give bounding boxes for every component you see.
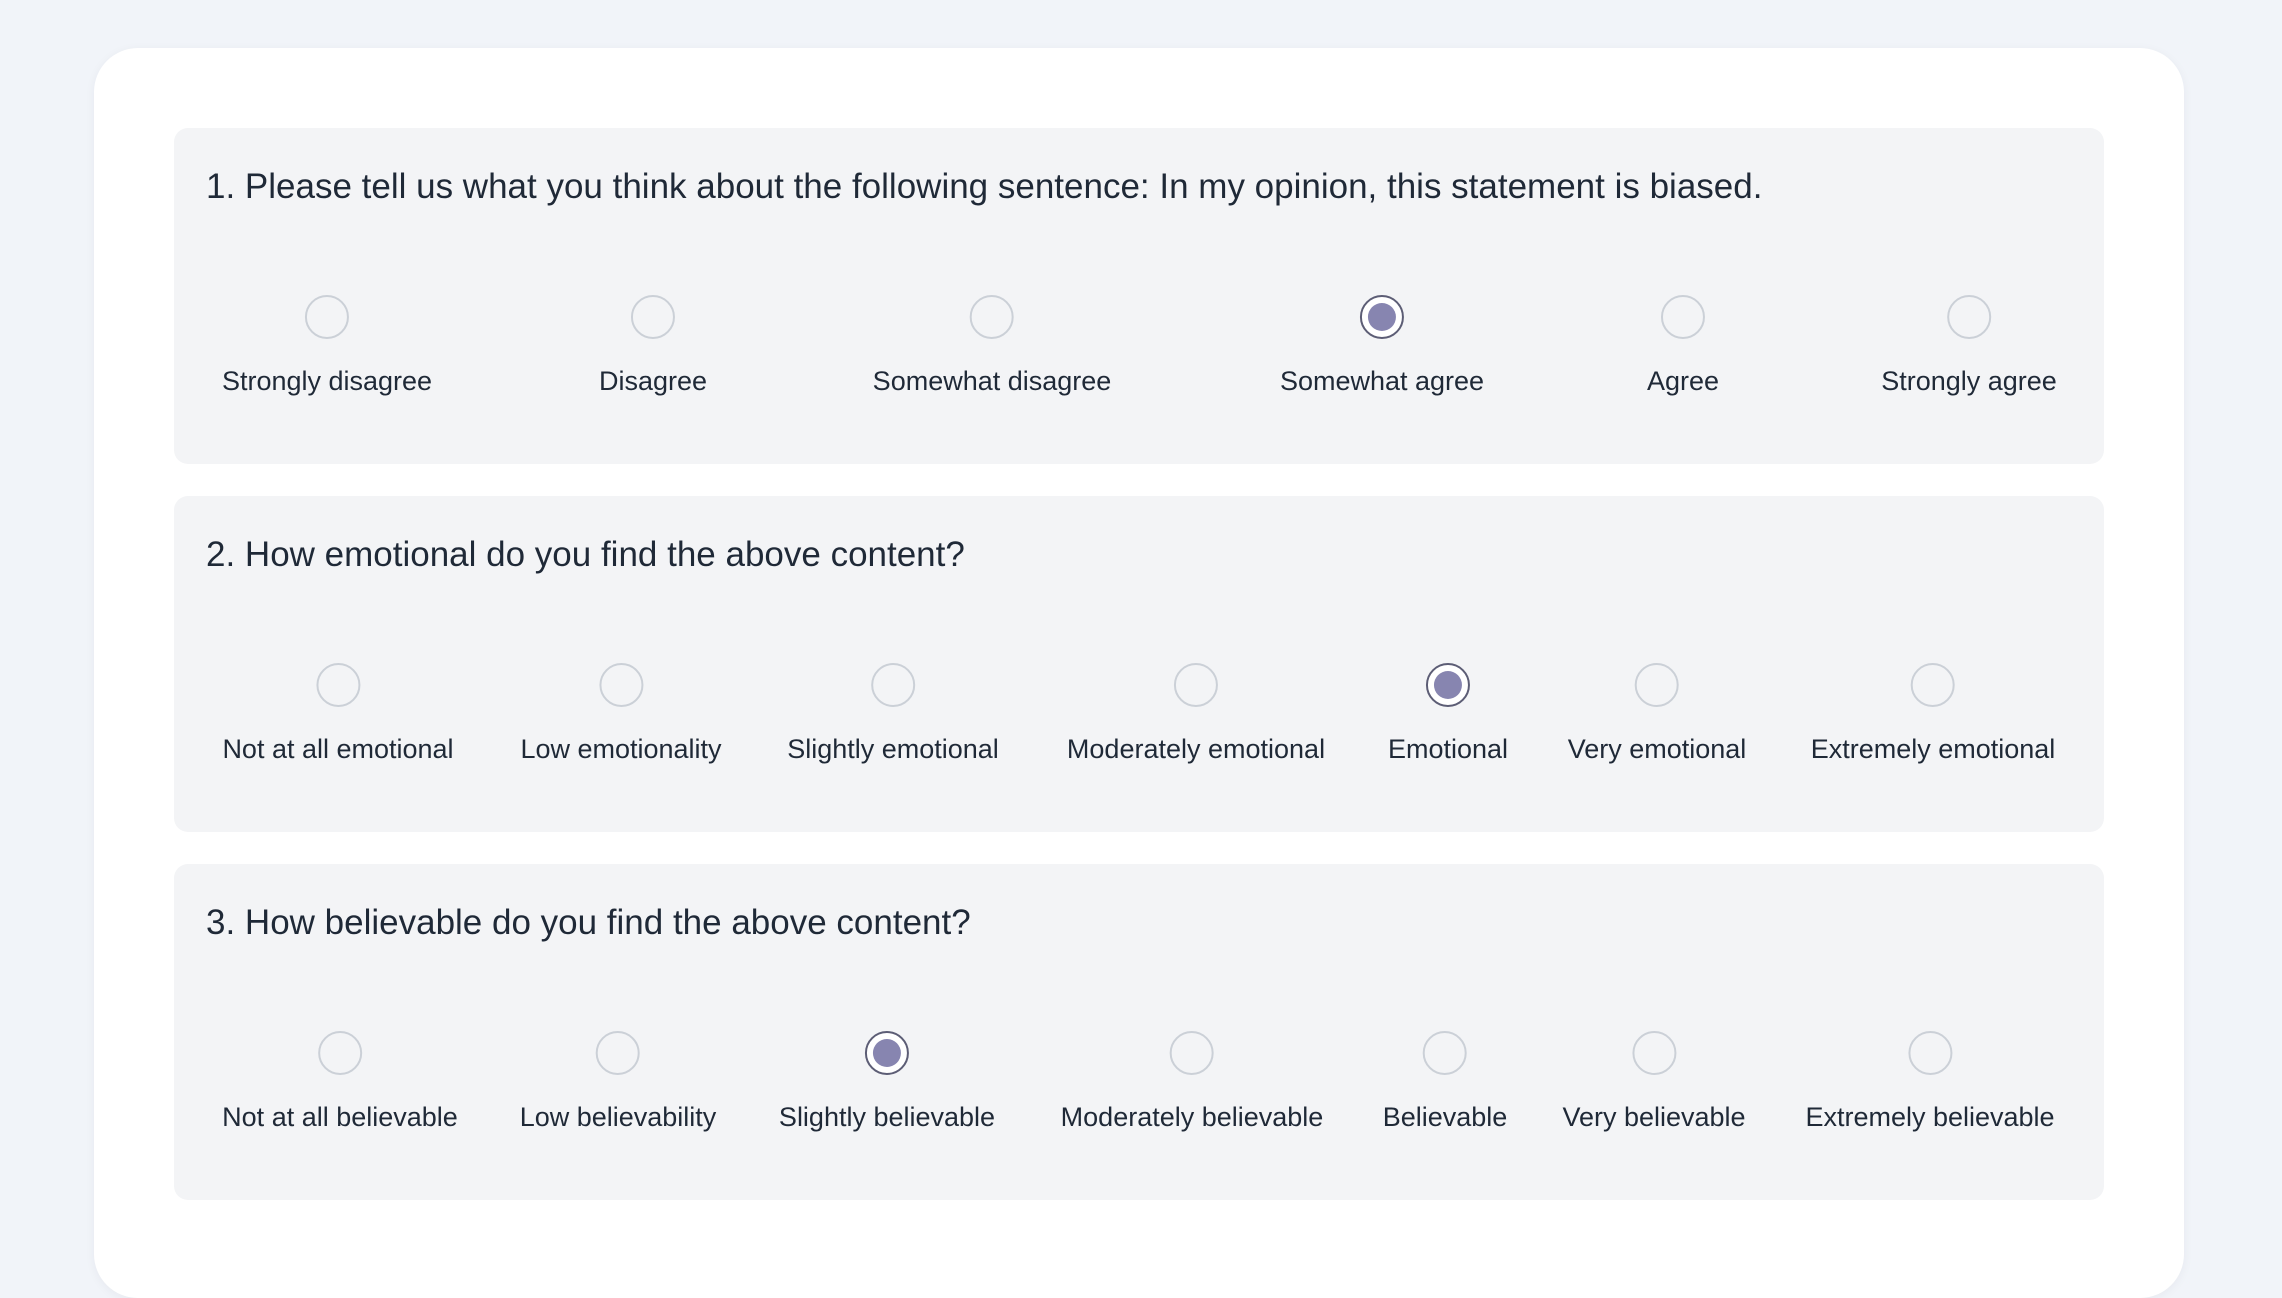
option-label: Very believable bbox=[1562, 1102, 1746, 1132]
radio-button[interactable] bbox=[598, 663, 643, 707]
q1-option-agree[interactable]: Agree bbox=[1647, 295, 1719, 397]
q3-option-moderately-believable[interactable]: Moderately believable bbox=[1060, 1031, 1324, 1133]
question-2-title: 2. How emotional do you find the above c… bbox=[206, 535, 965, 574]
option-label: Disagree bbox=[598, 366, 708, 396]
radio-button[interactable] bbox=[1423, 1031, 1467, 1075]
option-label: Somewhat disagree bbox=[872, 366, 1112, 396]
q2-option-emotional[interactable]: Emotional bbox=[1388, 663, 1508, 765]
radio-button[interactable] bbox=[631, 295, 675, 339]
radio-dot bbox=[1368, 303, 1396, 331]
q3-option-slightly-believable[interactable]: Slightly believable bbox=[779, 1031, 995, 1133]
radio-button[interactable] bbox=[1632, 1031, 1676, 1075]
q2-option-moderately-emotional[interactable]: Moderately emotional bbox=[1067, 663, 1325, 765]
q2-option-not-at-all-emotional[interactable]: Not at all emotional bbox=[222, 663, 454, 765]
option-label: Moderately believable bbox=[1060, 1102, 1324, 1132]
q3-option-not-at-all-believable[interactable]: Not at all believable bbox=[222, 1031, 458, 1133]
q1-option-strongly-disagree[interactable]: Strongly disagree bbox=[222, 295, 432, 397]
option-label: Extremely emotional bbox=[1810, 734, 2056, 764]
q3-option-low-believability[interactable]: Low believability bbox=[519, 1031, 717, 1133]
q1-option-somewhat-agree[interactable]: Somewhat agree bbox=[1280, 295, 1484, 397]
option-label: Low believability bbox=[519, 1102, 717, 1132]
q2-option-low-emotionality[interactable]: Low emotionality bbox=[520, 663, 722, 765]
option-label: Extremely believable bbox=[1805, 1102, 2055, 1132]
option-label: Agree bbox=[1646, 366, 1720, 396]
radio-button[interactable] bbox=[871, 663, 915, 707]
radio-button[interactable] bbox=[305, 295, 349, 339]
radio-button[interactable] bbox=[1173, 663, 1218, 707]
radio-button[interactable] bbox=[969, 295, 1014, 339]
option-label: Slightly believable bbox=[778, 1102, 996, 1132]
question-1-title: 1. Please tell us what you think about t… bbox=[206, 167, 1763, 206]
option-label: Emotional bbox=[1387, 734, 1509, 764]
option-label: Very emotional bbox=[1567, 734, 1747, 764]
option-label: Not at all believable bbox=[222, 1102, 458, 1132]
q1-option-somewhat-disagree[interactable]: Somewhat disagree bbox=[872, 295, 1112, 397]
radio-button[interactable] bbox=[1910, 663, 1955, 707]
radio-dot bbox=[1433, 671, 1462, 699]
q3-option-believable[interactable]: Believable bbox=[1382, 1031, 1508, 1133]
radio-button[interactable] bbox=[318, 1031, 362, 1075]
q1-option-disagree[interactable]: Disagree bbox=[599, 295, 707, 397]
radio-button[interactable] bbox=[595, 1031, 640, 1075]
option-label: Low emotionality bbox=[520, 734, 722, 764]
radio-button[interactable] bbox=[1634, 663, 1679, 707]
q2-option-very-emotional[interactable]: Very emotional bbox=[1567, 663, 1747, 765]
radio-button[interactable] bbox=[1908, 1031, 1952, 1075]
radio-button[interactable] bbox=[1661, 295, 1705, 339]
radio-dot bbox=[872, 1039, 901, 1067]
radio-button[interactable] bbox=[1946, 295, 1991, 339]
survey-card: 1. Please tell us what you think about t… bbox=[94, 48, 2184, 1298]
option-label: Moderately emotional bbox=[1066, 734, 1326, 764]
q3-option-very-believable[interactable]: Very believable bbox=[1562, 1031, 1746, 1133]
question-1: 1. Please tell us what you think about t… bbox=[174, 128, 2104, 464]
option-label: Believable bbox=[1382, 1102, 1508, 1132]
q3-option-extremely-believable[interactable]: Extremely believable bbox=[1805, 1031, 2055, 1133]
option-label: Not at all emotional bbox=[222, 734, 454, 764]
question-3: 3. How believable do you find the above … bbox=[174, 864, 2104, 1200]
question-3-title: 3. How believable do you find the above … bbox=[206, 903, 971, 942]
q2-option-slightly-emotional[interactable]: Slightly emotional bbox=[787, 663, 999, 765]
option-label: Somewhat agree bbox=[1279, 366, 1485, 396]
radio-button-selected[interactable] bbox=[1425, 663, 1470, 707]
q1-option-strongly-agree[interactable]: Strongly agree bbox=[1881, 295, 2057, 397]
radio-button-selected[interactable] bbox=[1360, 295, 1404, 339]
radio-button-selected[interactable] bbox=[864, 1031, 909, 1075]
radio-button[interactable] bbox=[1169, 1031, 1214, 1075]
option-label: Strongly agree bbox=[1881, 366, 2057, 396]
radio-button[interactable] bbox=[316, 663, 360, 707]
option-label: Strongly disagree bbox=[221, 366, 433, 396]
question-2: 2. How emotional do you find the above c… bbox=[174, 496, 2104, 832]
option-label: Slightly emotional bbox=[787, 734, 999, 764]
q2-option-extremely-emotional[interactable]: Extremely emotional bbox=[1810, 663, 2056, 765]
